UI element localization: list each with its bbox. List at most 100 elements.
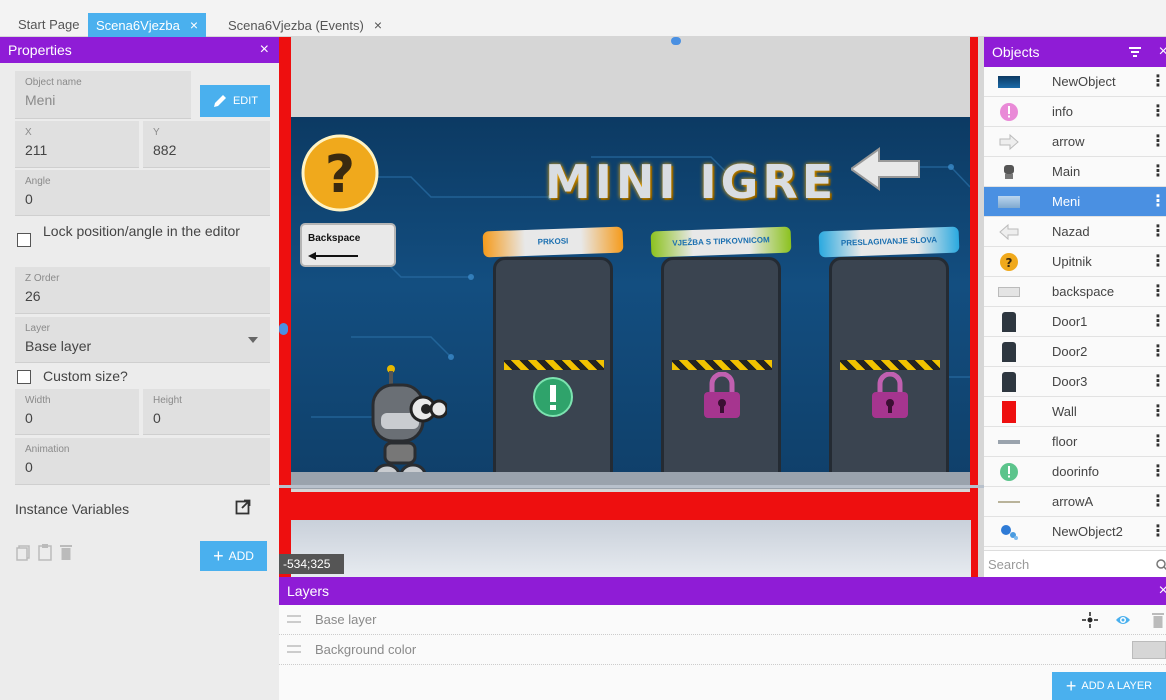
object-row-door2[interactable]: Door2 ⋮ [984, 337, 1166, 367]
object-row-newobject2[interactable]: NewObject2 ⋮ [984, 517, 1166, 547]
more-vertical-icon[interactable]: ⋮ [1150, 277, 1166, 307]
close-icon[interactable]: × [1159, 37, 1166, 67]
more-vertical-icon[interactable]: ⋮ [1150, 67, 1166, 97]
more-vertical-icon[interactable]: ⋮ [1150, 127, 1166, 157]
zorder-label: Z Order [25, 273, 60, 284]
edit-button[interactable]: EDIT [200, 85, 270, 117]
tab-start-page[interactable]: Start Page [10, 13, 87, 37]
layer-row-background[interactable]: Background color [279, 635, 1166, 665]
x-field[interactable]: X 211 [15, 121, 139, 168]
arrow-left-graphic[interactable] [851, 147, 921, 191]
object-row-arrow[interactable]: arrow ⋮ [984, 127, 1166, 157]
more-vertical-icon[interactable]: ⋮ [1150, 487, 1166, 517]
angle-field[interactable]: Angle 0 [15, 170, 270, 216]
door-2[interactable]: VJEŽBA S TIPKOVNICOM [650, 225, 792, 483]
more-vertical-icon[interactable]: ⋮ [1150, 187, 1166, 217]
object-row-arrowa[interactable]: arrowA ⋮ [984, 487, 1166, 517]
search-icon[interactable] [1156, 559, 1166, 571]
width-field[interactable]: Width 0 [15, 389, 139, 435]
more-vertical-icon[interactable]: ⋮ [1150, 457, 1166, 487]
svg-text:?: ? [1006, 256, 1013, 270]
zorder-field[interactable]: Z Order 26 [15, 267, 270, 314]
close-icon[interactable]: × [260, 37, 269, 63]
wall-right[interactable] [970, 37, 978, 577]
object-name: Meni [1052, 194, 1081, 209]
floor-line [279, 485, 984, 488]
copy-icon[interactable] [16, 545, 30, 561]
layer-row-base[interactable]: Base layer [279, 605, 1166, 635]
door-3[interactable]: PRESLAGIVANJE SLOVA [818, 225, 960, 483]
object-row-meni[interactable]: Meni ⋮ [984, 187, 1166, 217]
more-vertical-icon[interactable]: ⋮ [1150, 427, 1166, 457]
background-color-swatch[interactable] [1132, 641, 1166, 659]
object-row-newobject[interactable]: NewObject ⋮ [984, 67, 1166, 97]
add-variable-button[interactable]: + ADD [200, 541, 267, 571]
more-vertical-icon[interactable]: ⋮ [1150, 367, 1166, 397]
width-label: Width [25, 395, 51, 406]
close-icon[interactable]: × [1159, 577, 1166, 605]
robot-icon[interactable] [367, 365, 447, 489]
object-name: Door2 [1052, 344, 1088, 359]
exclamation-green-icon [1000, 463, 1018, 481]
height-field[interactable]: Height 0 [143, 389, 270, 435]
selection-handle-top[interactable] [671, 37, 681, 45]
trash-icon[interactable] [60, 544, 72, 560]
custom-size-checkbox[interactable] [17, 370, 31, 384]
edit-label: EDIT [232, 95, 259, 107]
filter-icon[interactable] [1129, 47, 1141, 57]
y-field[interactable]: Y 882 [143, 121, 270, 168]
object-name: arrow [1052, 134, 1085, 149]
layers-panel: Layers × Base layer Background color + A… [279, 577, 1166, 700]
paste-icon[interactable] [38, 543, 52, 561]
object-row-wall[interactable]: Wall ⋮ [984, 397, 1166, 427]
trash-icon[interactable] [1152, 612, 1164, 628]
object-row-upitnik[interactable]: ? Upitnik ⋮ [984, 247, 1166, 277]
door-body [661, 257, 781, 483]
wall-left[interactable] [279, 37, 291, 577]
question-icon[interactable]: ? [301, 134, 379, 212]
more-vertical-icon[interactable]: ⋮ [1150, 97, 1166, 127]
object-row-floor[interactable]: floor ⋮ [984, 427, 1166, 457]
drag-handle-icon[interactable] [287, 615, 301, 623]
object-row-backspace[interactable]: backspace ⋮ [984, 277, 1166, 307]
more-vertical-icon[interactable]: ⋮ [1150, 157, 1166, 187]
more-vertical-icon[interactable]: ⋮ [1150, 397, 1166, 427]
drag-handle-icon[interactable] [287, 645, 301, 653]
selection-handle-left[interactable] [279, 323, 288, 335]
instance-variables-label: Instance Variables [15, 501, 130, 517]
door-body [493, 257, 613, 483]
menu-background[interactable]: MINI IGRE ? Backspace PRKOSI VJEŽBA S TI… [291, 117, 970, 489]
object-row-info[interactable]: info ⋮ [984, 97, 1166, 127]
door-1[interactable]: PRKOSI [482, 225, 624, 483]
more-vertical-icon[interactable]: ⋮ [1150, 307, 1166, 337]
crosshair-icon[interactable] [1082, 612, 1098, 628]
object-row-door3[interactable]: Door3 ⋮ [984, 367, 1166, 397]
object-row-door1[interactable]: Door1 ⋮ [984, 307, 1166, 337]
zorder-value: 26 [25, 288, 41, 304]
tab-close-icon[interactable]: × [190, 17, 198, 33]
more-vertical-icon[interactable]: ⋮ [1150, 217, 1166, 247]
more-vertical-icon[interactable]: ⋮ [1150, 337, 1166, 367]
more-vertical-icon[interactable]: ⋮ [1150, 247, 1166, 277]
object-row-main[interactable]: Main ⋮ [984, 157, 1166, 187]
tab-close-icon[interactable]: × [374, 17, 382, 33]
backspace-key[interactable]: Backspace [300, 223, 396, 267]
object-name-field[interactable]: Object name Meni [15, 71, 191, 119]
animation-field[interactable]: Animation 0 [15, 438, 270, 485]
eye-icon[interactable] [1115, 613, 1131, 627]
object-row-nazad[interactable]: Nazad ⋮ [984, 217, 1166, 247]
open-external-icon[interactable] [235, 499, 251, 515]
add-layer-label: ADD A LAYER [1081, 680, 1153, 692]
add-layer-button[interactable]: + ADD A LAYER [1052, 672, 1166, 700]
menu-background-icon [998, 196, 1020, 208]
layer-select[interactable]: Layer Base layer [15, 317, 270, 363]
wall-bottom[interactable] [291, 492, 971, 520]
tab-events[interactable]: Scena6Vjezba (Events) × [220, 13, 390, 37]
lock-checkbox[interactable] [17, 233, 31, 247]
tab-scene[interactable]: Scena6Vjezba × [88, 13, 207, 37]
more-vertical-icon[interactable]: ⋮ [1150, 517, 1166, 547]
object-row-doorinfo[interactable]: doorinfo ⋮ [984, 457, 1166, 487]
scene-editor[interactable]: MINI IGRE ? Backspace PRKOSI VJEŽBA S TI… [279, 37, 984, 577]
object-search-input[interactable]: Search [984, 550, 1166, 577]
plus-icon: + [1065, 676, 1077, 696]
